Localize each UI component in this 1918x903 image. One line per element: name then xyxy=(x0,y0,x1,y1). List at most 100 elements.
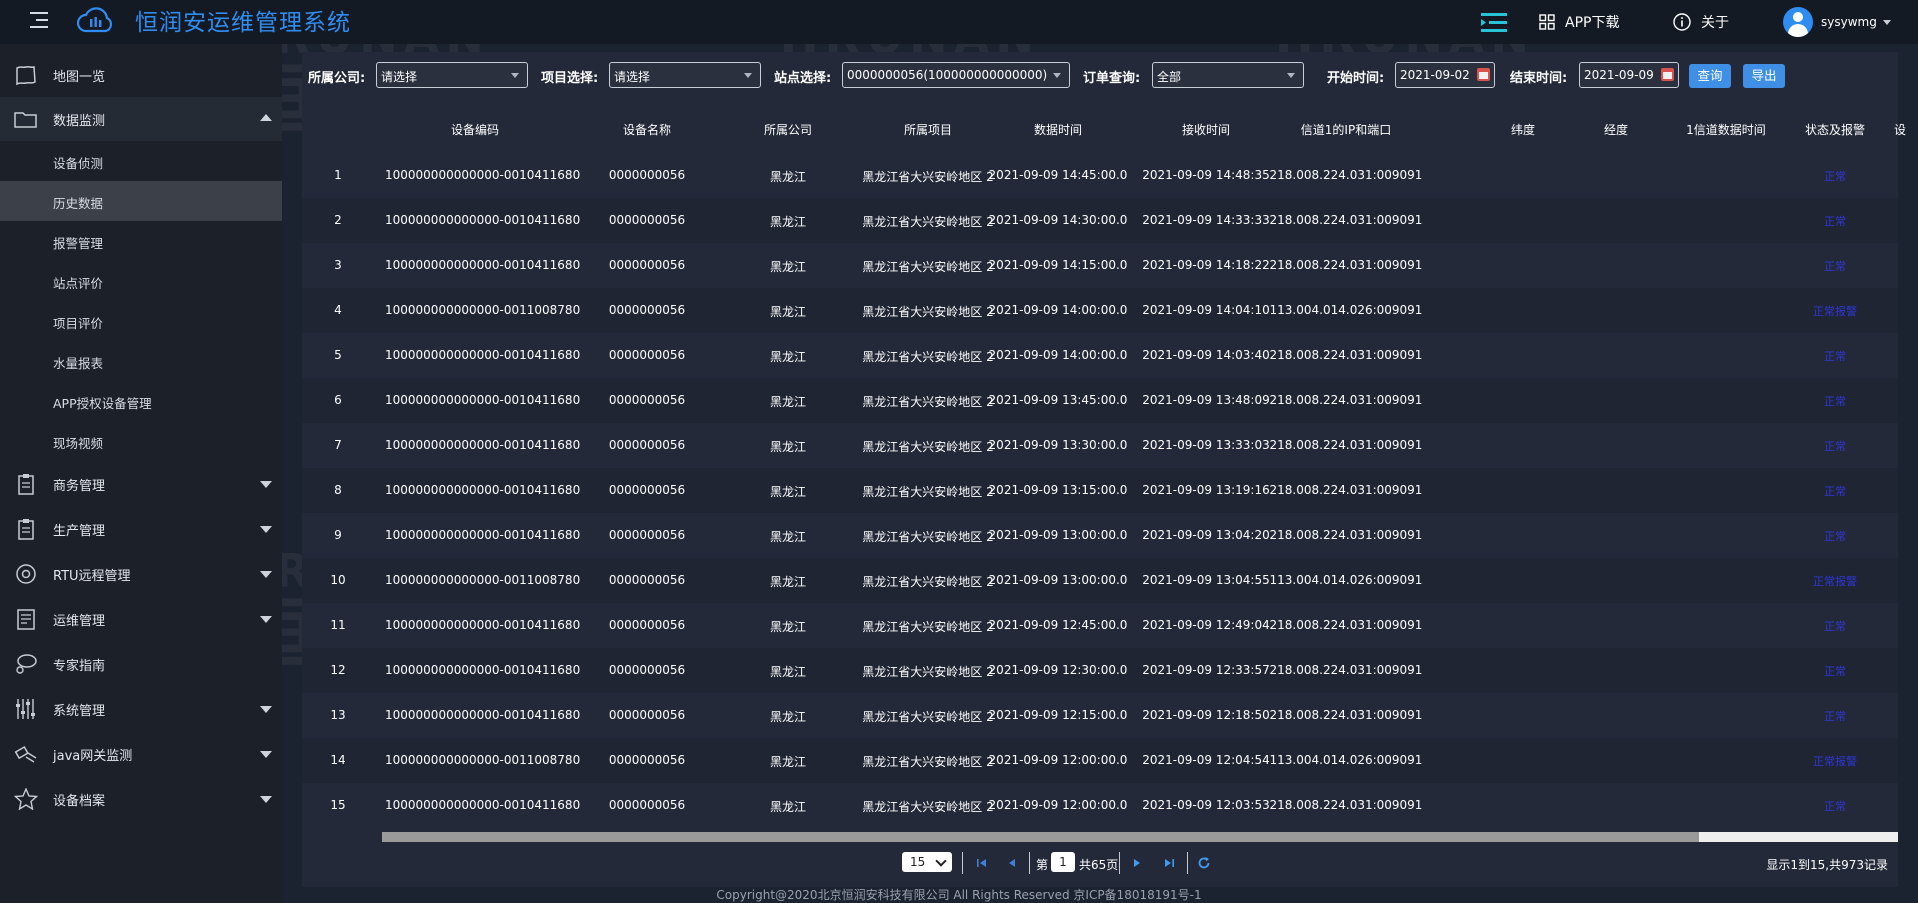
table-cell: 黑龙江 xyxy=(769,710,806,724)
station-filter-label: 站点选择: xyxy=(774,71,832,86)
page-size-select[interactable]: 15 xyxy=(902,852,952,872)
table-cell: 10 xyxy=(330,573,346,587)
sidebar-subitem-label: 设备侦测 xyxy=(53,156,104,171)
sidebar-subitem-project-eval[interactable]: 项目评价 xyxy=(0,301,282,341)
table-row[interactable]: 8 100000000000000-0010411680 0000000056 黑龙江… xyxy=(302,468,1898,513)
clipboard-icon xyxy=(18,519,34,540)
table-cell: 100000000000000-0011008780 xyxy=(385,753,581,767)
status-link[interactable]: 正常报警 xyxy=(1785,753,1885,769)
column-header[interactable]: 1信道数据时间 xyxy=(1666,121,1786,138)
sidebar-item-expert[interactable]: 专家指南 xyxy=(0,642,282,686)
column-header[interactable]: 信道1的IP和端口 xyxy=(1286,121,1406,138)
status-link[interactable]: 正常 xyxy=(1785,213,1885,229)
status-link[interactable]: 正常 xyxy=(1785,528,1885,544)
layout-toggle-icon[interactable] xyxy=(1481,12,1507,34)
status-link[interactable]: 正常 xyxy=(1785,618,1885,634)
current-page-input[interactable]: 1 xyxy=(1051,852,1075,872)
table-cell: 100000000000000-0011008780 xyxy=(385,303,581,317)
sidebar-subitem-station-eval[interactable]: 站点评价 xyxy=(0,261,282,301)
status-link[interactable]: 正常 xyxy=(1785,348,1885,364)
start-date-input[interactable]: 2021-09-02 xyxy=(1395,62,1495,88)
column-header[interactable]: 经度 xyxy=(1556,121,1676,138)
status-link[interactable]: 正常 xyxy=(1785,258,1885,274)
next-page-icon[interactable] xyxy=(1130,856,1144,870)
sidebar-item-java-gateway[interactable]: java网关监测 xyxy=(0,732,282,776)
app-download-button[interactable]: APP下载 xyxy=(1539,12,1619,32)
user-menu[interactable]: sysywmg xyxy=(1783,7,1891,37)
station-select[interactable]: 0000000056(100000000000000) xyxy=(842,62,1070,88)
sidebar-item-map[interactable]: 地图一览 xyxy=(0,53,282,97)
about-button[interactable]: 关于 xyxy=(1673,12,1729,32)
table-row[interactable]: 13 100000000000000-0010411680 0000000056 黑龙… xyxy=(302,693,1898,738)
status-link[interactable]: 正常 xyxy=(1785,168,1885,184)
sidebar-item-data-monitor[interactable]: 数据监测 xyxy=(0,97,282,141)
company-select[interactable]: 请选择 xyxy=(376,62,528,88)
sidebar-subitem-device-detect[interactable]: 设备侦测 xyxy=(0,141,282,181)
page-prefix: 第 xyxy=(1036,858,1049,872)
status-link[interactable]: 正常 xyxy=(1785,798,1885,814)
table-row[interactable]: 12 100000000000000-0010411680 0000000056 黑龙… xyxy=(302,648,1898,693)
app-download-label: APP下载 xyxy=(1565,15,1620,31)
table-row[interactable]: 7 100000000000000-0010411680 0000000056 黑龙江… xyxy=(302,423,1898,468)
status-link[interactable]: 正常报警 xyxy=(1785,303,1885,319)
company-filter-label: 所属公司: xyxy=(308,71,366,86)
sidebar-subitem-history[interactable]: 历史数据 xyxy=(0,181,282,221)
page-size-value: 15 xyxy=(910,855,926,869)
status-link[interactable]: 正常报警 xyxy=(1785,573,1885,589)
sidebar-item-label: java网关监测 xyxy=(53,748,133,764)
app-title: 恒润安运维管理系统 xyxy=(135,10,351,36)
status-link[interactable]: 正常 xyxy=(1785,663,1885,679)
first-page-icon[interactable] xyxy=(975,856,989,870)
table-row[interactable]: 10 100000000000000-0011008780 0000000056 黑龙… xyxy=(302,558,1898,603)
horizontal-scrollbar[interactable] xyxy=(382,832,1898,842)
sidebar-item-ops[interactable]: 运维管理 xyxy=(0,597,282,641)
status-link[interactable]: 正常 xyxy=(1785,708,1885,724)
project-select[interactable]: 请选择 xyxy=(609,62,761,88)
column-header[interactable]: 数据时间 xyxy=(998,121,1118,138)
status-link[interactable]: 正常 xyxy=(1785,438,1885,454)
table-row[interactable]: 3 100000000000000-0010411680 0000000056 黑龙江… xyxy=(302,243,1898,288)
table-row[interactable]: 5 100000000000000-0010411680 0000000056 黑龙江… xyxy=(302,333,1898,378)
status-link[interactable]: 正常 xyxy=(1785,483,1885,499)
prev-page-icon[interactable] xyxy=(1005,856,1019,870)
export-button[interactable]: 导出 xyxy=(1743,64,1785,88)
query-button[interactable]: 查询 xyxy=(1689,64,1731,88)
sidebar-item-business[interactable]: 商务管理 xyxy=(0,462,282,506)
column-header[interactable]: 设 xyxy=(1840,121,1918,138)
table-cell: 5 xyxy=(334,348,342,362)
table-row[interactable]: 14 100000000000000-0011008780 0000000056 黑龙… xyxy=(302,738,1898,783)
sidebar-item-device-archive[interactable]: 设备档案 xyxy=(0,777,282,821)
status-link[interactable]: 正常 xyxy=(1785,393,1885,409)
table-row[interactable]: 1 100000000000000-0010411680 0000000056 黑龙江… xyxy=(302,153,1898,198)
sidebar-subitem-label: 水量报表 xyxy=(53,356,104,371)
calendar-icon[interactable] xyxy=(1477,68,1490,81)
table-row[interactable]: 9 100000000000000-0010411680 0000000056 黑龙江… xyxy=(302,513,1898,558)
sidebar-item-production[interactable]: 生产管理 xyxy=(0,507,282,551)
sidebar-subitem-alarm[interactable]: 报警管理 xyxy=(0,221,282,261)
refresh-icon[interactable] xyxy=(1197,856,1211,870)
end-date-input[interactable]: 2021-09-09 xyxy=(1579,62,1679,88)
divider xyxy=(1029,852,1030,874)
table-row[interactable]: 4 100000000000000-0011008780 0000000056 黑龙江… xyxy=(302,288,1898,333)
sidebar-item-label: 数据监测 xyxy=(53,113,106,129)
scrollbar-thumb[interactable] xyxy=(382,832,1699,842)
sidebar-subitem-video[interactable]: 现场视频 xyxy=(0,421,282,461)
table-row[interactable]: 15 100000000000000-0010411680 0000000056 黑龙… xyxy=(302,783,1898,826)
column-header[interactable]: 所属公司 xyxy=(728,121,848,138)
divider xyxy=(962,852,963,874)
table-row[interactable]: 2 100000000000000-0010411680 0000000056 黑龙江… xyxy=(302,198,1898,243)
column-header[interactable]: 接收时间 xyxy=(1146,121,1266,138)
column-header[interactable]: 设备编码 xyxy=(415,121,535,138)
sidebar-subitem-app-auth[interactable]: APP授权设备管理 xyxy=(0,381,282,421)
table-row[interactable]: 6 100000000000000-0010411680 0000000056 黑龙江… xyxy=(302,378,1898,423)
menu-toggle-icon[interactable] xyxy=(30,12,48,28)
order-select[interactable]: 全部 xyxy=(1152,62,1304,88)
sidebar-item-system[interactable]: 系统管理 xyxy=(0,687,282,731)
calendar-icon[interactable] xyxy=(1661,68,1674,81)
sidebar-subitem-water-report[interactable]: 水量报表 xyxy=(0,341,282,381)
column-header[interactable]: 设备名称 xyxy=(587,121,707,138)
column-header[interactable]: 所属项目 xyxy=(868,121,988,138)
table-row[interactable]: 11 100000000000000-0010411680 0000000056 黑龙… xyxy=(302,603,1898,648)
last-page-icon[interactable] xyxy=(1162,856,1176,870)
sidebar-item-rtu[interactable]: RTU远程管理 xyxy=(0,552,282,596)
